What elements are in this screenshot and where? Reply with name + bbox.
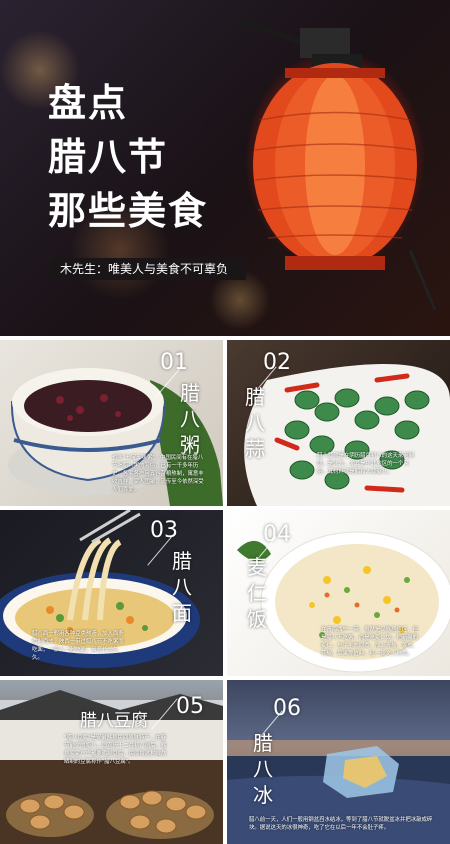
item-title-text: 腊八面 xyxy=(172,549,192,625)
food-card-laba-porridge[interactable]: 01 腊八粥 也叫"七宝五味粥"，中国民间有在腊八节喝腊八粥的习俗，已有一千多年… xyxy=(0,340,223,506)
item-description: 腊八前一天，人们一般用钢盆舀水结冰，等到了腊八节就脱盆冰并把冰敲成碎块。据说这天… xyxy=(249,817,433,831)
hero-subtitle: 木先生：唯美人与美食不可辜负 xyxy=(50,258,246,280)
food-card-wheat-rice[interactable]: 04 麦仁饭 在青海西宁一带，虽然是汉族居住区，但是腊八不吃粥，而是吃麦仁饭。把… xyxy=(227,510,450,676)
item-description: 腊八面一般用各种豆类熬汤，加入面条煮制而成，陕西一带过腊八节不吃粥而吃面，一家人… xyxy=(32,631,124,661)
item-title-text: 腊八粥 xyxy=(180,381,200,457)
hero-banner: 盘点 腊八节 那些美食 木先生：唯美人与美食不可辜负 xyxy=(0,0,450,336)
hero-title-line-2: 腊八节 xyxy=(48,135,169,179)
lantern-illustration xyxy=(240,20,437,311)
item-title: 腊八冰 xyxy=(253,730,273,808)
item-title: 腊八面 xyxy=(172,548,192,626)
food-card-laba-noodles[interactable]: 03 腊八面 腊八面一般用各种豆类熬汤，加入面条煮制而成，陕西一带过腊八节不吃粥… xyxy=(0,510,223,676)
item-title: 麦仁饭 xyxy=(247,554,267,632)
item-title-text: 麦仁饭 xyxy=(247,555,267,631)
item-description: "腊八豆腐"是安徽黟县民间风味特产，在春节前夕的腊八，即农历十二月初八前后，黟县… xyxy=(64,735,167,765)
item-description: 也叫"七宝五味粥"，中国民间有在腊八节喝腊八粥的习俗，已有一千多年历史，各家各户… xyxy=(112,455,204,493)
item-title: 腊八蒜 xyxy=(245,384,265,462)
item-title: 腊八豆腐 xyxy=(80,711,148,731)
item-number: 05 xyxy=(176,694,204,719)
item-number: 04 xyxy=(263,522,291,547)
item-description: 腊八蒜就是在阴历腊月初八的这天来泡制蒜。是北方，尤其是华北地区的一个习俗。其材料… xyxy=(317,453,415,475)
food-card-laba-ice[interactable]: 06 腊八冰 腊八前一天，人们一般用钢盆舀水结冰，等到了腊八节就脱盆冰并把冰敲成… xyxy=(227,680,450,844)
hero-title-line-1: 盘点 xyxy=(48,81,129,125)
food-card-laba-tofu[interactable]: 腊八豆腐 05 "腊八豆腐"是安徽黟县民间风味特产，在春节前夕的腊八，即农历十二… xyxy=(0,680,223,844)
item-number: 01 xyxy=(160,350,188,375)
hero-title: 盘点 腊八节 那些美食 xyxy=(48,76,208,238)
food-card-laba-garlic[interactable]: 02 腊八蒜 腊八蒜就是在阴历腊月初八的这天来泡制蒜。是北方，尤其是华北地区的一… xyxy=(227,340,450,506)
item-title-text: 腊八冰 xyxy=(253,731,273,807)
item-title-text: 腊八蒜 xyxy=(245,385,265,461)
hero-title-line-3: 那些美食 xyxy=(48,189,209,233)
item-number: 02 xyxy=(263,350,291,375)
item-description: 在青海西宁一带，虽然是汉族居住区，但是腊八不吃粥，而是吃麦仁饭。把新碾的麦仁，与… xyxy=(321,627,419,657)
item-title: 腊八粥 xyxy=(180,380,200,458)
item-number: 03 xyxy=(150,518,178,543)
